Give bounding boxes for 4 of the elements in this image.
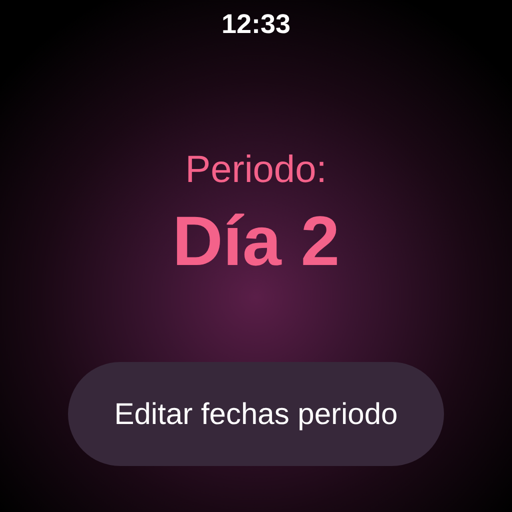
clock-time: 12:33	[221, 10, 291, 40]
period-label: Periodo:	[185, 150, 327, 192]
period-day: Día 2	[172, 203, 340, 280]
edit-dates-button[interactable]: Editar fechas periodo	[68, 362, 444, 466]
